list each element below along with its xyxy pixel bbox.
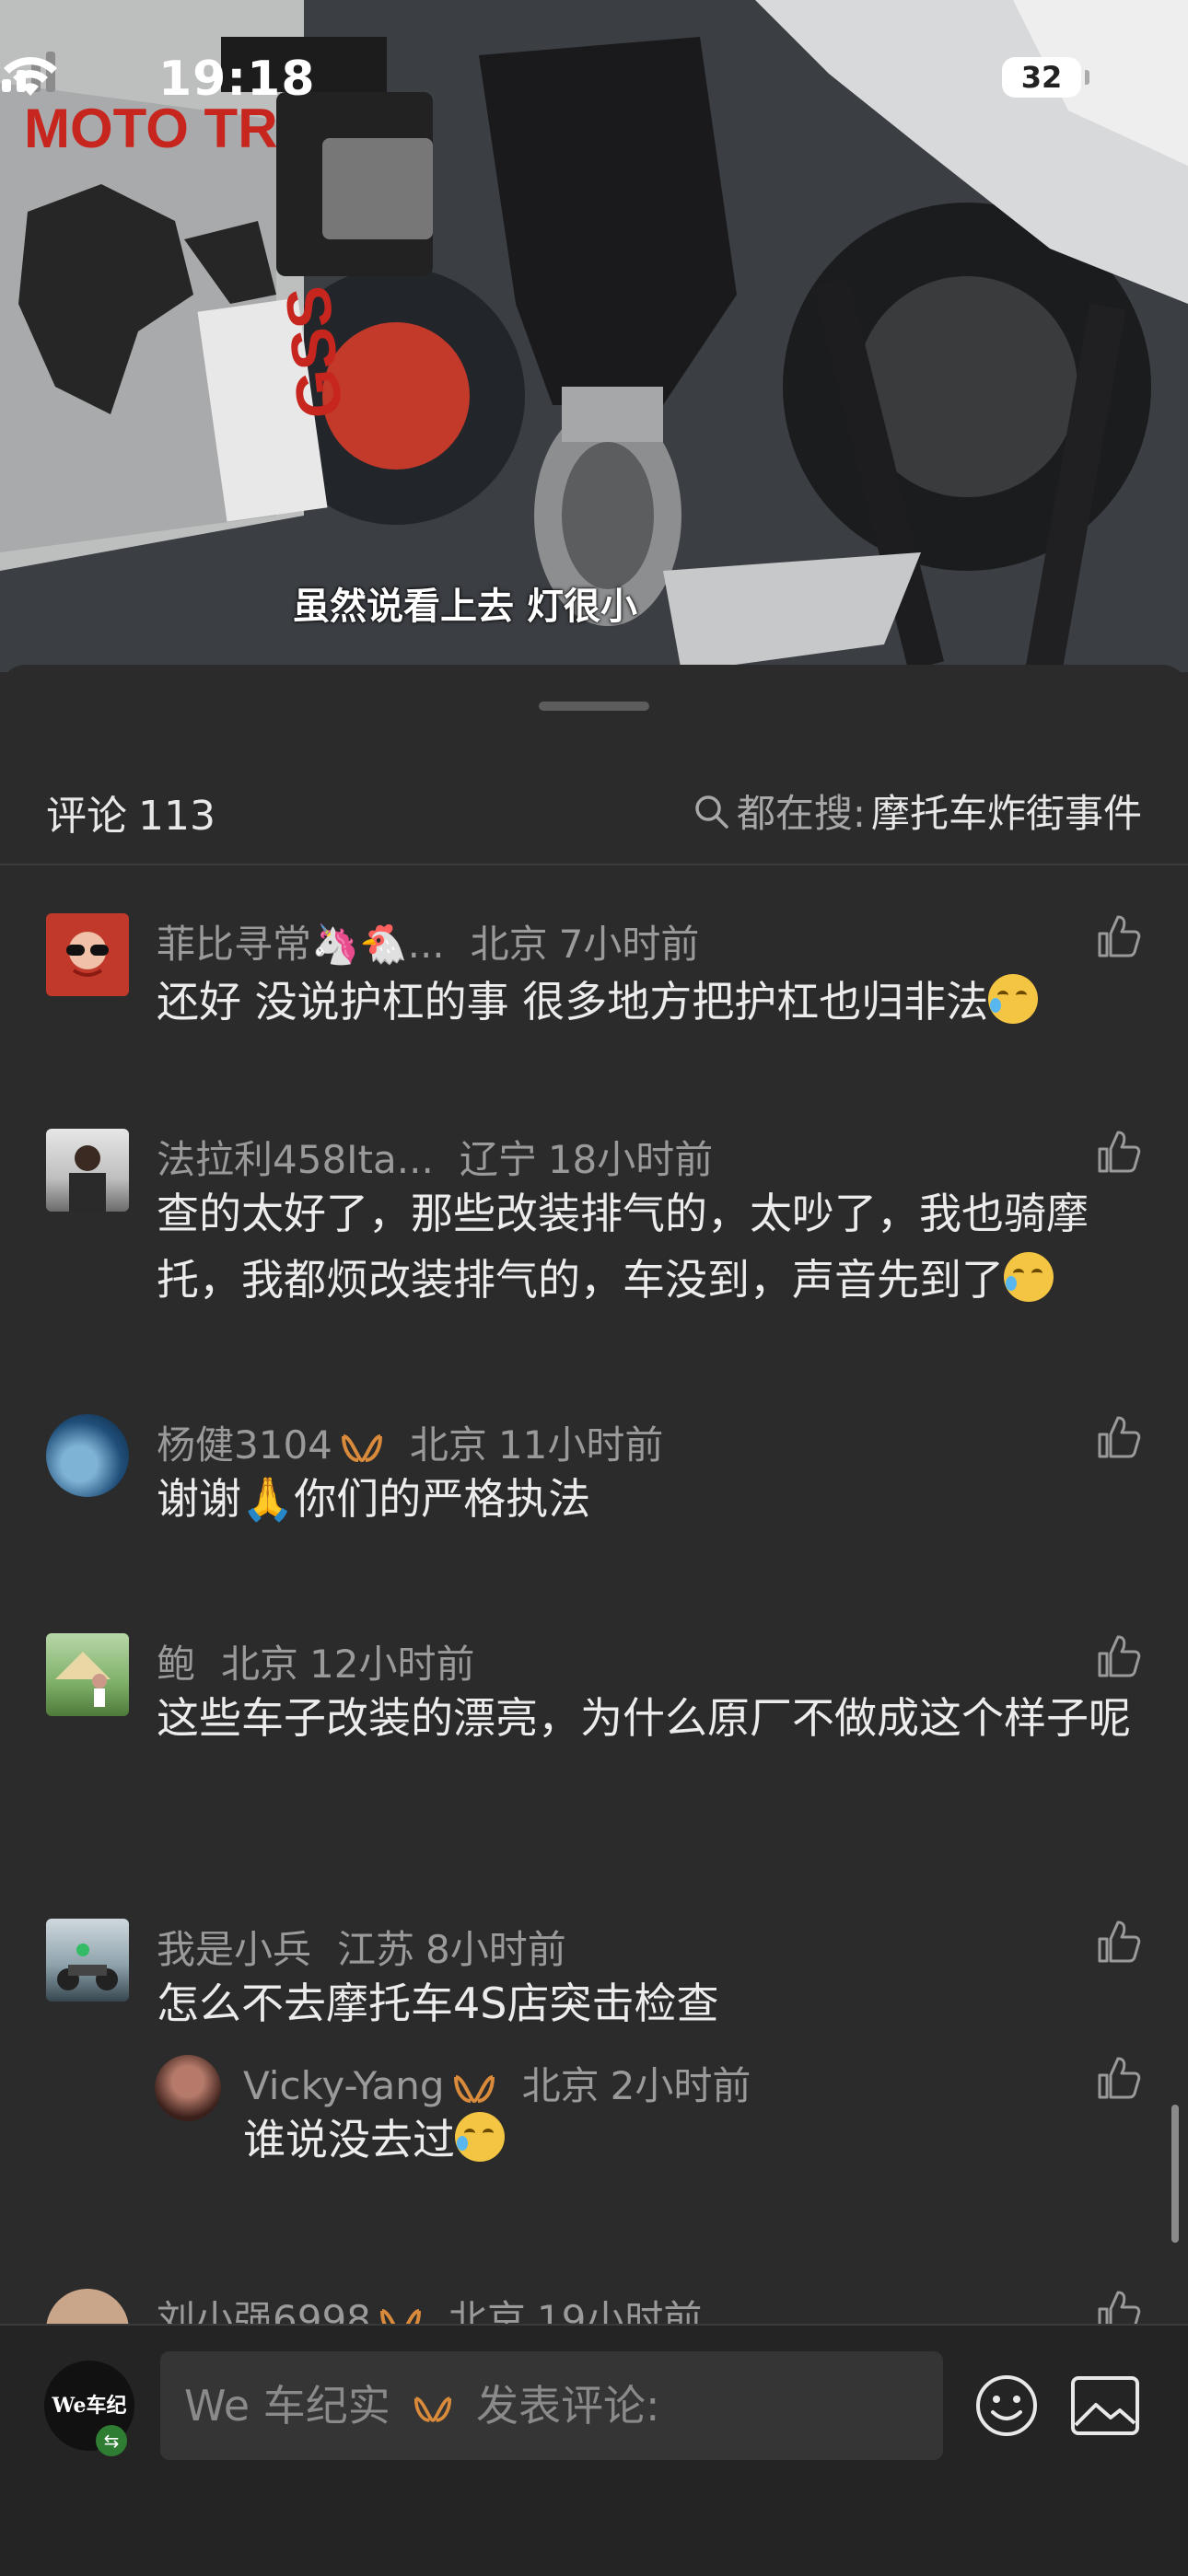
composer-name: We 车纪实 xyxy=(184,2381,390,2431)
vip-badge-icon xyxy=(414,2396,452,2422)
comment-sheet: 评论 113 都在搜: 摩托车炸街事件 菲比寻常🦄🐔... 北京 7小时前 还好 没说… xyxy=(0,665,1188,2574)
search-icon xyxy=(695,795,728,829)
sheet-drag-handle[interactable] xyxy=(539,702,649,711)
laugh-cry-emoji-icon xyxy=(1004,1252,1054,1302)
pray-emoji-icon: 🙏 xyxy=(241,1474,295,1524)
comment-time: 8小时前 xyxy=(425,1927,566,1972)
reply-username[interactable]: Vicky-Yang xyxy=(243,2063,445,2108)
hot-search-link[interactable]: 都在搜: 摩托车炸街事件 xyxy=(693,783,1142,839)
composer-placeholder: 发表评论: xyxy=(475,2381,660,2431)
comment-text: 谢谢🙏你们的严格执法 xyxy=(157,1474,591,1524)
plate-text: GSS xyxy=(273,283,356,422)
image-icon[interactable] xyxy=(1070,2375,1140,2436)
comment-username[interactable]: 我是小兵 xyxy=(157,1927,311,1972)
avatar[interactable] xyxy=(46,1414,129,1497)
comment-time: 11小时前 xyxy=(497,1422,664,1468)
comment-location: 江苏 xyxy=(337,1927,415,1972)
comment-text: 还好 没说护杠的事 很多地方把护杠也归非法 xyxy=(157,969,1151,1035)
avatar[interactable] xyxy=(46,1633,129,1716)
comment-item[interactable]: 刘小强6998 北京 19小时前 xyxy=(0,2289,1188,2324)
comment-meta: 法拉利458Ita... 辽宁 18小时前 xyxy=(157,1129,713,1185)
comment-meta: 鲍北京 12小时前 xyxy=(157,1633,474,1689)
comment-time: 18小时前 xyxy=(547,1137,714,1182)
comment-time: 12小时前 xyxy=(309,1642,475,1687)
reply-meta: Vicky-Yang 北京 2小时前 xyxy=(243,2055,751,2111)
vip-badge-icon xyxy=(341,1433,382,1462)
status-bar: 19:18 32 xyxy=(0,52,1188,107)
avatar[interactable] xyxy=(46,1129,129,1212)
vip-badge-icon xyxy=(379,2308,421,2324)
comment-text: 怎么不去摩托车4S店突击检查 xyxy=(157,1978,719,2028)
comment-username[interactable]: 杨健3104 xyxy=(157,1422,332,1468)
scrollbar[interactable] xyxy=(1171,2105,1179,2243)
comment-text: 这些车子改装的漂亮，为什么原厂不做成这个样子呢 xyxy=(157,1693,1131,1743)
laugh-cry-emoji-icon xyxy=(455,2112,505,2162)
reply-text: 谁说没去过 xyxy=(243,2106,1146,2173)
comment-meta: 菲比寻常🦄🐔... 北京 7小时前 xyxy=(157,913,699,969)
like-icon[interactable] xyxy=(1096,1414,1142,1460)
comment-location: 北京 xyxy=(409,1422,487,1468)
comment-meta: 刘小强6998 北京 19小时前 xyxy=(157,2289,702,2324)
comment-username[interactable]: 法拉利458Ita... xyxy=(157,1137,434,1182)
hot-search-term: 摩托车炸街事件 xyxy=(870,791,1142,836)
avatar[interactable] xyxy=(46,913,129,996)
hot-search-prefix: 都在搜: xyxy=(736,791,866,836)
comment-count-label: 评论 xyxy=(46,793,127,840)
avatar[interactable] xyxy=(155,2055,221,2121)
comment-username[interactable]: 菲比寻常🦄🐔... xyxy=(157,922,445,967)
comment-location: 北京 xyxy=(470,922,548,967)
comment-count-number: 113 xyxy=(138,793,215,840)
comment-time: 19小时前 xyxy=(536,2297,703,2324)
reply-location: 北京 xyxy=(521,2063,600,2108)
sign-text: MOTO TR xyxy=(24,98,278,159)
wifi-icon xyxy=(4,56,57,96)
like-icon[interactable] xyxy=(1096,2289,1142,2324)
video-subtitle: 虽然说看上去 灯很小 xyxy=(293,586,637,628)
battery-indicator: 32 xyxy=(1002,57,1089,98)
comment-meta: 我是小兵 江苏 8小时前 xyxy=(157,1919,566,1975)
emoji-icon[interactable] xyxy=(974,2373,1039,2438)
switch-account-icon[interactable]: ⇆ xyxy=(96,2425,127,2456)
like-icon[interactable] xyxy=(1096,2055,1142,2101)
like-icon[interactable] xyxy=(1096,1129,1142,1175)
comment-username[interactable]: 鲍 xyxy=(157,1642,195,1687)
comment-input[interactable]: We 车纪实 发表评论: xyxy=(160,2351,943,2460)
like-icon[interactable] xyxy=(1096,1633,1142,1679)
status-time: 19:18 xyxy=(158,52,316,107)
comment-composer: We车纪实 ⇆ We 车纪实 发表评论: xyxy=(0,2324,1188,2576)
comments-header: 评论 113 都在搜: 摩托车炸街事件 xyxy=(0,738,1188,865)
like-icon[interactable] xyxy=(1096,1919,1142,1965)
comment-location: 北京 xyxy=(448,2297,526,2324)
vip-badge-icon xyxy=(453,2074,495,2103)
comment-text: 查的太好了，那些改装排气的，太吵了，我也骑摩托，我都烦改装排气的，车没到，声音先… xyxy=(157,1189,1089,1305)
laugh-cry-emoji-icon xyxy=(988,974,1039,1024)
video-player[interactable]: MOTO TR GSS 19:18 32 虽然说看上去 灯很小 xyxy=(0,0,1188,672)
comment-username[interactable]: 刘小强6998 xyxy=(157,2297,371,2324)
like-icon[interactable] xyxy=(1096,913,1142,959)
reply-time: 2小时前 xyxy=(610,2063,751,2108)
comment-location: 北京 xyxy=(221,1642,299,1687)
avatar[interactable] xyxy=(46,1919,129,2002)
comment-time: 7小时前 xyxy=(558,922,700,967)
comment-meta: 杨健3104 北京 11小时前 xyxy=(157,1414,663,1470)
comment-location: 辽宁 xyxy=(459,1137,537,1182)
avatar[interactable] xyxy=(46,2289,129,2324)
comment-count: 评论 113 xyxy=(46,783,215,841)
